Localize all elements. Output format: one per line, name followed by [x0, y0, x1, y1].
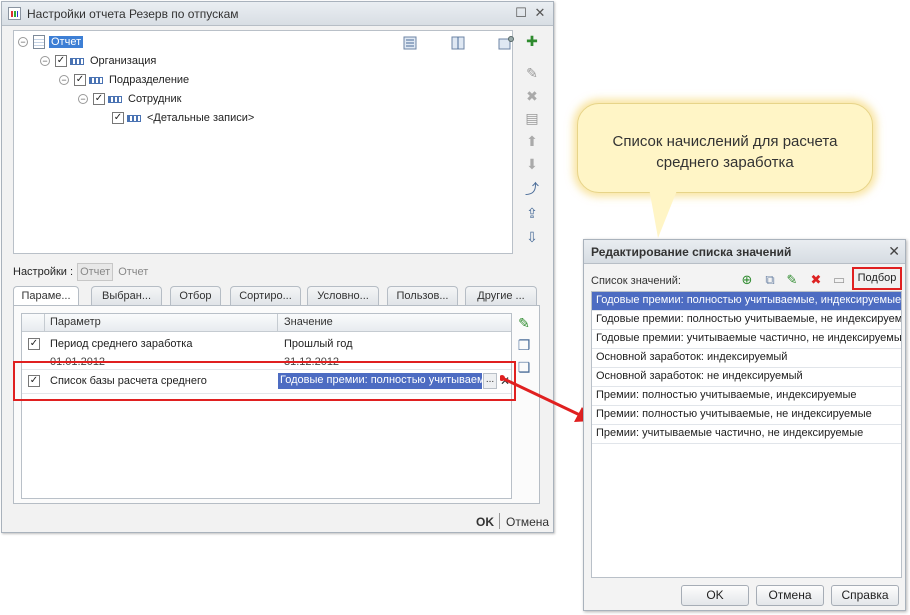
list-item[interactable]: Премии: полностью учитываемые, индексиру… [592, 387, 901, 406]
list-view-icon[interactable] [402, 35, 418, 51]
list-item[interactable]: Годовые премии: учитываемые частично, не… [592, 330, 901, 349]
tree-node-organization[interactable]: − ✓ Организация [40, 52, 156, 70]
settings-label: Настройки : [13, 266, 74, 278]
tree-node-label: Отчет [49, 36, 84, 48]
grouping-icon [89, 76, 103, 84]
footer-divider [499, 513, 500, 529]
tree-node-department[interactable]: − ✓ Подразделение [59, 71, 189, 89]
tab-parameters[interactable]: Параме... [13, 286, 79, 307]
add-icon[interactable]: ✚ [523, 32, 541, 50]
parameters-panel: Параметр Значение ✓ Период среднего зара… [13, 305, 540, 504]
param-value[interactable]: Прошлый год [284, 338, 353, 350]
tree-node-label: Организация [90, 55, 157, 67]
column-separator [44, 314, 45, 332]
list-item[interactable]: Годовые премии: полностью учитываемые, н… [592, 311, 901, 330]
column-separator [277, 314, 278, 332]
node-checkbox[interactable]: ✓ [93, 93, 105, 105]
tree-node-root[interactable]: − Отчет [18, 33, 84, 51]
settings-mode-label[interactable]: Отчет [118, 266, 148, 278]
cancel-button[interactable]: Отмена [506, 515, 549, 529]
grouping-icon [127, 114, 141, 122]
node-checkbox[interactable]: ✓ [74, 74, 86, 86]
dialog-title-bar: Редактирование списка значений ✕ [584, 240, 905, 264]
tree-node-detail-records[interactable]: ✓ <Детальные записи> [112, 109, 254, 127]
close-icon[interactable]: ✕ [888, 243, 900, 260]
callout-text: Список начислений для расчета среднего з… [578, 131, 872, 173]
list-item[interactable]: Основной заработок: не индексируемый [592, 368, 901, 387]
highlight-box [13, 361, 516, 401]
copy-icon[interactable]: ❐ [515, 336, 533, 354]
cancel-button[interactable]: Отмена [756, 585, 824, 606]
parameters-table[interactable]: Параметр Значение ✓ Период среднего зара… [21, 313, 512, 499]
tree-node-label: <Детальные записи> [147, 112, 255, 124]
collapse-icon[interactable]: − [78, 94, 88, 104]
list-label: Список значений: [591, 275, 681, 287]
row-checkbox[interactable]: ✓ [28, 338, 40, 350]
column-header-parameter[interactable]: Параметр [50, 316, 101, 328]
move-level-up-icon[interactable]: ⤴ [523, 180, 541, 198]
column-header-value[interactable]: Значение [284, 316, 333, 328]
grouping-icon [108, 95, 122, 103]
collapse-icon[interactable]: − [18, 37, 28, 47]
list-item[interactable]: Годовые премии: полностью учитываемые, и… [592, 292, 901, 311]
callout-line-1: Список начислений для расчета [612, 133, 838, 150]
clear-list-icon[interactable]: ▭ [831, 272, 847, 288]
columns-icon[interactable] [450, 35, 466, 51]
node-checkbox[interactable]: ✓ [55, 55, 67, 67]
properties-icon[interactable]: ▤ [523, 109, 541, 127]
edit-icon[interactable]: ✎ [523, 64, 541, 82]
tab-filter[interactable]: Отбор [170, 286, 221, 306]
callout-bubble: Список начислений для расчета среднего з… [577, 103, 873, 193]
edit-icon[interactable]: ✎ [515, 314, 533, 332]
help-button[interactable]: Справка [831, 585, 899, 606]
tree-node-employee[interactable]: − ✓ Сотрудник [78, 90, 181, 108]
collapse-icon[interactable]: − [40, 56, 50, 66]
close-icon[interactable]: ✕ [533, 6, 547, 20]
copy-icon[interactable]: ⧉ [762, 272, 778, 288]
param-name: Период среднего заработка [50, 338, 193, 350]
move-down-icon[interactable]: ⬇ [523, 155, 541, 173]
ok-button[interactable]: OK [476, 515, 494, 529]
edit-icon[interactable]: ✎ [784, 272, 800, 288]
delete-icon[interactable]: ✖ [523, 87, 541, 105]
tab-selected-fields[interactable]: Выбран... [91, 286, 162, 306]
list-item[interactable]: Премии: полностью учитываемые, не индекс… [592, 406, 901, 425]
tab-user-fields[interactable]: Пользов... [387, 286, 458, 306]
tree-node-label: Сотрудник [128, 93, 182, 105]
tree-node-label: Подразделение [109, 74, 190, 86]
delete-icon[interactable]: ✖ [808, 272, 824, 288]
title-bar: Настройки отчета Резерв по отпускам ☐ ✕ [2, 2, 553, 26]
value-list[interactable]: Годовые премии: полностью учитываемые, и… [591, 291, 902, 578]
node-checkbox[interactable]: ✓ [112, 112, 124, 124]
list-item[interactable]: Основной заработок: индексируемый [592, 349, 901, 368]
tab-other[interactable]: Другие ... [465, 286, 537, 306]
list-item[interactable]: Премии: учитываемые частично, не индекси… [592, 425, 901, 444]
maximize-icon[interactable]: ☐ [514, 6, 528, 20]
structure-tree[interactable]: − Отчет − ✓ Организация − ✓ Подразделени… [13, 30, 514, 254]
callout-tail [649, 188, 678, 238]
group-icon[interactable]: ⇪ [523, 204, 541, 222]
settings-row: Настройки : Отчет Отчет [13, 263, 148, 281]
table-header: Параметр Значение [22, 314, 511, 332]
add-icon[interactable]: ⊕ [739, 272, 755, 288]
dialog-title: Редактирование списка значений [591, 245, 792, 259]
settings-mode-button[interactable]: Отчет [77, 263, 114, 281]
report-settings-window: Настройки отчета Резерв по отпускам ☐ ✕ … [1, 1, 554, 533]
table-settings-icon[interactable] [498, 35, 514, 51]
ok-button[interactable]: OK [681, 585, 749, 606]
callout-line-2: среднего заработка [656, 154, 794, 171]
move-up-icon[interactable]: ⬆ [523, 132, 541, 150]
report-app-icon [8, 7, 21, 20]
report-icon [33, 35, 45, 49]
ungroup-icon[interactable]: ⇩ [523, 228, 541, 246]
grouping-icon [70, 57, 84, 65]
selection-button[interactable]: Подбор [852, 267, 902, 290]
tab-conditional-format[interactable]: Условно... [307, 286, 379, 306]
collapse-icon[interactable]: − [59, 75, 69, 85]
tab-sorting[interactable]: Сортиро... [230, 286, 301, 306]
window-title: Настройки отчета Резерв по отпускам [27, 7, 239, 21]
value-list-dialog: Редактирование списка значений ✕ Список … [583, 239, 906, 611]
